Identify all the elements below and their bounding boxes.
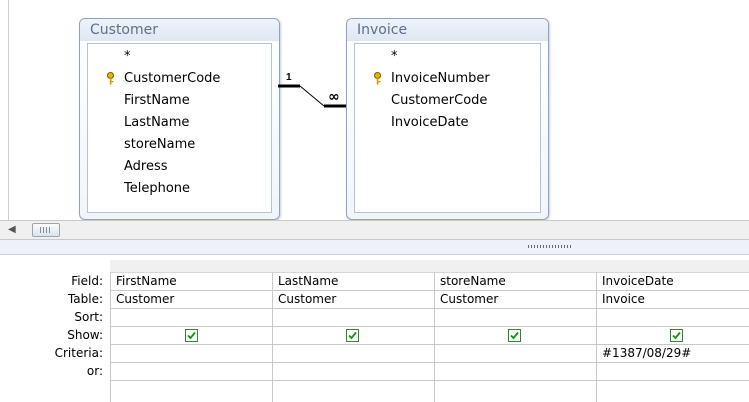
checkmark-icon xyxy=(672,331,681,340)
scrollbar-thumb[interactable] xyxy=(32,223,60,237)
grid-line xyxy=(110,326,749,327)
row-label-table: Table: xyxy=(67,292,103,306)
tables-pane: Customer * CustomerCode FirstName LastNa… xyxy=(0,0,749,220)
checkmark-icon xyxy=(510,331,519,340)
grid-cell-criteria[interactable] xyxy=(273,345,434,362)
checkmark-icon xyxy=(187,331,196,340)
grid-cell-criteria[interactable]: #1387/08/29# xyxy=(597,345,748,362)
relationship-join-line[interactable]: 1 ∞ xyxy=(0,0,749,220)
grid-cell-table[interactable]: Invoice xyxy=(597,291,748,308)
grid-cell-sort[interactable] xyxy=(111,309,272,326)
pane-splitter[interactable] xyxy=(0,240,749,255)
grid-cell-field[interactable]: storeName xyxy=(435,273,596,290)
relationship-many-label: ∞ xyxy=(328,89,340,105)
grid-cell-criteria[interactable] xyxy=(435,345,596,362)
show-checkbox[interactable] xyxy=(508,329,521,342)
grid-cell-or[interactable] xyxy=(435,363,596,380)
row-label-field: Field: xyxy=(71,274,103,288)
show-checkbox[interactable] xyxy=(185,329,198,342)
row-label-criteria: Criteria: xyxy=(54,346,103,360)
grid-cell-sort[interactable] xyxy=(273,309,434,326)
grid-cell-criteria[interactable] xyxy=(111,345,272,362)
grid-cell-table[interactable]: Customer xyxy=(273,291,434,308)
row-label-show: Show: xyxy=(67,328,103,342)
grid-line xyxy=(110,380,749,381)
splitter-grip-icon[interactable] xyxy=(528,245,572,248)
row-label-sort: Sort: xyxy=(74,310,103,324)
relationship-one-label: 1 xyxy=(286,72,292,83)
grid-cell-sort[interactable] xyxy=(597,309,748,326)
column-selector-strip[interactable] xyxy=(110,260,749,273)
grid-cell-field[interactable]: FirstName xyxy=(111,273,272,290)
grid-cell-table[interactable]: Customer xyxy=(435,291,596,308)
query-design-grid: Field: Table: Sort: Show: Criteria: or: … xyxy=(0,255,749,402)
scroll-left-arrow-icon[interactable]: ◀ xyxy=(8,224,16,235)
show-checkbox[interactable] xyxy=(346,329,359,342)
grid-cell-or[interactable] xyxy=(597,363,748,380)
grid-cell-sort[interactable] xyxy=(435,309,596,326)
grid-cell-or[interactable] xyxy=(111,363,272,380)
horizontal-scrollbar[interactable]: ◀ xyxy=(0,220,749,240)
grid-cell-or[interactable] xyxy=(273,363,434,380)
grid-cell-field[interactable]: LastName xyxy=(273,273,434,290)
checkmark-icon xyxy=(348,331,357,340)
grid-cell-field[interactable]: InvoiceDate xyxy=(597,273,748,290)
show-checkbox[interactable] xyxy=(670,329,683,342)
grid-cell-table[interactable]: Customer xyxy=(111,291,272,308)
row-label-or: or: xyxy=(86,364,103,378)
